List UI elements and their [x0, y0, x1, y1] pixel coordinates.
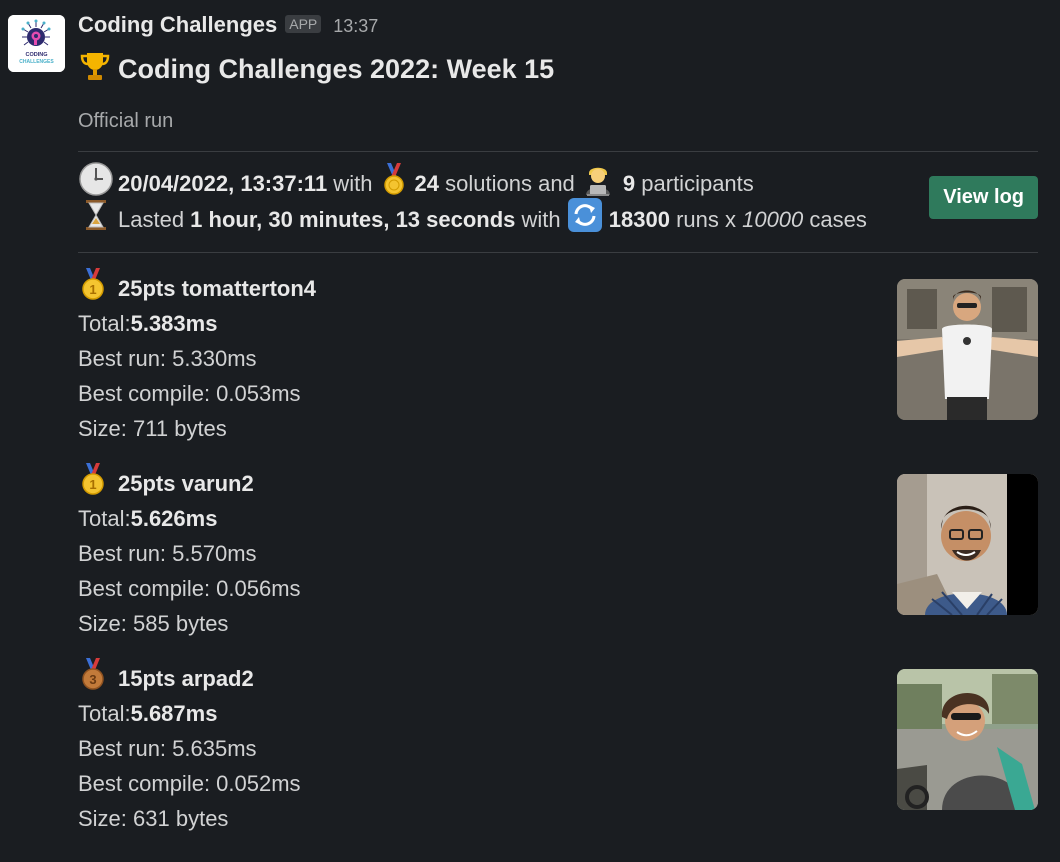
- result-title: 25pts varun2: [118, 471, 254, 496]
- result-total: Total: 5.687ms: [78, 696, 1038, 731]
- result-best-compile: Best compile: 0.053ms: [78, 381, 301, 406]
- app-avatar[interactable]: CODING CHALLENGES: [8, 15, 65, 72]
- results-list: 1 25pts tomatterton4 Total: 5.383ms Best…: [78, 267, 1038, 856]
- total-value: 5.383ms: [130, 311, 218, 336]
- result-total: Total: 5.383ms: [78, 306, 1038, 341]
- cases-label: cases: [803, 207, 867, 232]
- hourglass-icon: [78, 197, 114, 244]
- total-value: 5.626ms: [130, 506, 218, 531]
- message-header: Coding Challenges APP 13:37: [78, 12, 1038, 44]
- result-size: Size: 585 bytes: [78, 611, 229, 636]
- result-best-run: Best run: 5.570ms: [78, 541, 257, 566]
- repeat-icon: [567, 197, 603, 244]
- svg-text:3: 3: [89, 672, 96, 687]
- result-best-compile: Best compile: 0.056ms: [78, 576, 301, 601]
- run-with-text: with: [327, 171, 379, 196]
- message-subtitle: Official run: [78, 110, 174, 132]
- medal-icon: [379, 161, 409, 208]
- coding-challenges-logo-icon: CODING CHALLENGES: [8, 15, 65, 72]
- svg-text:1: 1: [89, 477, 96, 492]
- result-size: Size: 631 bytes: [78, 806, 229, 831]
- result-title: 15pts arpad2: [118, 666, 254, 691]
- bronze-medal-icon: 3: [78, 657, 108, 701]
- list-item: 1 25pts tomatterton4 Total: 5.383ms Best…: [78, 267, 1038, 466]
- total-label: Total:: [78, 701, 131, 726]
- result-best-run: Best run: 5.330ms: [78, 346, 257, 371]
- list-item: 1 25pts varun2 Total: 5.626ms Best run: …: [78, 462, 1038, 661]
- result-size: Size: 711 bytes: [78, 416, 227, 441]
- participant-photo[interactable]: [897, 669, 1038, 810]
- view-log-button[interactable]: View log: [929, 176, 1038, 219]
- svg-text:1: 1: [89, 282, 96, 297]
- total-label: Total:: [78, 506, 131, 531]
- lasted-text: Lasted: [118, 207, 191, 232]
- solutions-count: 24: [414, 171, 440, 196]
- run-line-1: 20/04/2022, 13:37:11 with 24 solutions a…: [78, 161, 1038, 202]
- title-text: Coding Challenges 2022: Week 15: [118, 53, 555, 84]
- message-title: Coding Challenges 2022: Week 15: [78, 50, 1038, 88]
- cases-count: 10000: [742, 207, 804, 232]
- result-best-compile: Best compile: 0.052ms: [78, 771, 301, 796]
- logo-text-line1: CODING: [26, 52, 48, 58]
- result-best-run: Best run: 5.635ms: [78, 736, 257, 761]
- solutions-and-text: solutions and: [439, 171, 581, 196]
- run-summary: 20/04/2022, 13:37:11 with 24 solutions a…: [78, 152, 1038, 252]
- gold-medal-icon: 1: [78, 462, 108, 506]
- total-value: 5.687ms: [130, 701, 218, 726]
- sender-name[interactable]: Coding Challenges: [78, 12, 277, 38]
- result-title: 25pts tomatterton4: [118, 276, 317, 301]
- runs-count: 18300: [608, 207, 670, 232]
- logo-text-line2: CHALLENGES: [19, 59, 54, 65]
- gold-medal-icon: 1: [78, 267, 108, 311]
- runs-x-text: runs x: [669, 207, 743, 232]
- run-duration: 1 hour, 30 minutes, 13 seconds: [190, 207, 516, 232]
- participants-count: 9: [622, 171, 636, 196]
- participant-photo[interactable]: [897, 279, 1038, 420]
- result-total: Total: 5.626ms: [78, 501, 1038, 536]
- message-timestamp[interactable]: 13:37: [333, 16, 378, 37]
- total-label: Total:: [78, 311, 131, 336]
- with-text-2: with: [515, 207, 567, 232]
- trophy-icon: [78, 49, 112, 90]
- run-line-2: Lasted 1 hour, 30 minutes, 13 seconds wi…: [78, 197, 1038, 238]
- participants-label: participants: [635, 171, 754, 196]
- list-item: 3 15pts arpad2 Total: 5.687ms Best run: …: [78, 657, 1038, 856]
- participant-photo[interactable]: [897, 474, 1038, 615]
- divider-bottom: [78, 252, 1038, 253]
- run-datetime: 20/04/2022, 13:37:11: [118, 171, 328, 196]
- result-header: 1 25pts tomatterton4: [78, 267, 1038, 306]
- result-header: 3 15pts arpad2: [78, 657, 1038, 696]
- message-content: Coding Challenges APP 13:37 Coding Chall…: [78, 12, 1038, 856]
- chat-message: CODING CHALLENGES Coding Challenges APP …: [0, 0, 1060, 862]
- result-header: 1 25pts varun2: [78, 462, 1038, 501]
- app-badge: APP: [285, 15, 322, 33]
